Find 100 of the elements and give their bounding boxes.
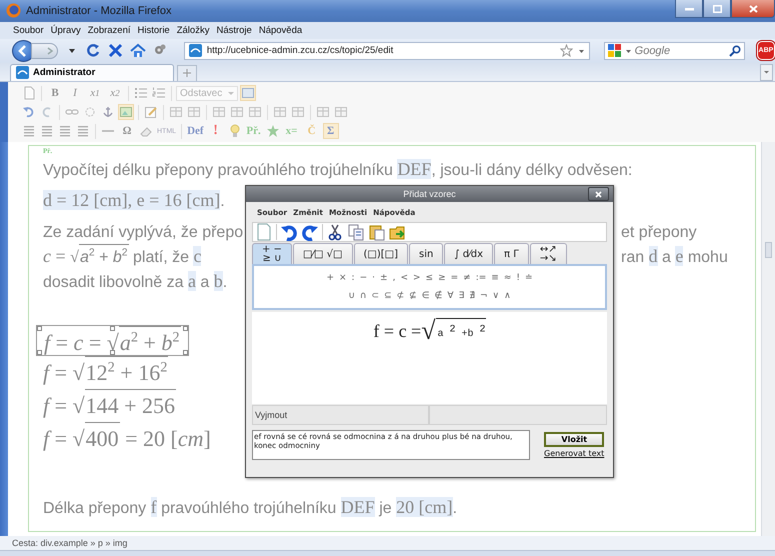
symbol-button[interactable]: ∧ [504,291,511,301]
window-icon[interactable] [240,85,256,102]
caret-icon[interactable] [624,48,632,54]
paste-icon[interactable] [368,224,386,240]
symbol-button[interactable]: ± [380,273,388,283]
symbol-button[interactable]: ⊄ [396,291,404,301]
new-tab-button[interactable] [177,64,197,81]
symbol-button[interactable]: ⊆ [384,291,392,301]
plus-icon [183,69,191,78]
close-button[interactable] [588,187,609,201]
menu-item[interactable]: Nástroje [216,24,252,36]
symbol-button[interactable]: ⊈ [409,291,417,301]
symbol-tab[interactable]: ↔↗ →↘ [530,243,567,264]
paragraph-text: d = 12 [cm], e = 16 [cm]. [43,189,225,212]
status-text: Cesta: div.example » p » img [0,536,775,550]
align-center-icon[interactable] [39,123,55,140]
symbol-button[interactable]: ≈ [504,273,512,283]
select-value: Odstavec [180,88,222,99]
symbol-button[interactable]: · [372,273,376,283]
symbol-tab[interactable]: (□)[□] [354,243,408,264]
search-field[interactable]: Google [604,42,745,60]
symbol-tab[interactable]: + − ≥ ∪ [252,243,292,264]
conclusion-text: Délka přepony f pravoúhlého trojúhelníku DEF je 20 [cm]. [43,496,458,519]
symbol-button[interactable]: ≤ [426,273,434,283]
edit-icon[interactable] [143,104,159,120]
new-page-icon[interactable] [255,224,273,240]
symbol-button[interactable]: ≐ [525,273,533,283]
symbol-button[interactable]: , [392,273,396,283]
menu-item[interactable]: Historie [138,24,170,36]
picture-icon[interactable] [118,104,134,120]
star-icon[interactable] [560,44,573,58]
paragraph-text: dosadit libovolně za a a b. [43,270,228,294]
symbol-button[interactable]: + [326,273,334,283]
search-icon[interactable] [728,44,741,57]
symbol-button[interactable]: ! [516,273,520,283]
folder-arrow-icon[interactable] [389,224,407,240]
symbol-button[interactable]: ∃ [458,291,464,301]
symbol-button[interactable]: ∨ [492,291,500,301]
dialog-title: Přidat vzorec [403,189,456,199]
generate-text-link[interactable]: Generovat text [544,449,604,458]
symbol-tab[interactable]: π Γ [494,243,529,264]
redo-icon[interactable] [301,224,319,240]
home-icon[interactable] [130,42,146,59]
symbol-button[interactable]: ≥ [438,273,446,283]
symbol-button[interactable]: < [400,273,408,283]
copy-icon[interactable] [347,224,365,240]
maximize-icon [712,4,722,12]
symbol-button[interactable]: ∈ [422,291,430,301]
selected-formula[interactable]: f = c = √a$^{2}$ + b$^{2}$ [36,324,189,356]
symbol-button[interactable]: × [339,273,347,283]
symbol-tab[interactable]: ∫ d⁄dx [444,243,494,264]
symbol-button[interactable]: := [476,273,486,283]
symbol-tab[interactable]: □⁄□ √□ [292,243,353,264]
symbol-tab[interactable]: sin [409,243,444,264]
maximize-button[interactable] [703,0,731,18]
symbol-button[interactable]: ⊂ [372,291,380,301]
paragraph-text: Vypočítej délku přepony pravoúhlého trojúhelníku DEF, jsou-li dány délky odvěsen: [43,158,632,182]
menu-item[interactable]: Úpravy [50,24,81,36]
close-icon[interactable] [108,42,124,59]
paragraph-text: et přepony [621,222,698,243]
close-icon [595,190,602,198]
symbol-button[interactable]: ¬ [480,291,488,301]
undo-icon[interactable] [280,224,298,240]
scrollbar[interactable] [761,142,775,536]
site-icon [188,44,202,58]
caret-icon[interactable] [578,48,585,54]
symbol-button[interactable]: > [412,273,421,283]
menu-item[interactable]: Soubor [13,24,44,36]
menu-item[interactable]: Nápověda [258,24,302,36]
align-right-icon[interactable] [57,123,73,140]
url-text: http://ucebnice-admin.zcu.cz/cs/topic/25/edit [206,45,394,56]
address-field[interactable]: http://ucebnice-admin.zcu.cz/cs/topic/25/edit [184,42,590,60]
site-icon [16,66,29,80]
symbol-button[interactable]: = [450,273,458,283]
align-left-icon[interactable] [21,123,37,140]
symbol-button[interactable]: ∀ [447,291,454,301]
close-button[interactable] [731,0,775,18]
menu-item[interactable]: Záložky [176,24,210,36]
justify-icon[interactable] [75,123,91,140]
search-input[interactable]: Google [634,44,726,57]
scissors-icon[interactable] [326,224,344,240]
symbol-button[interactable]: − [360,273,368,283]
minimize-icon [684,6,694,10]
window-title: Administrator - Mozilla Firefox [26,4,172,17]
star-icon[interactable] [264,123,281,140]
reload-icon[interactable] [86,42,102,59]
menu-item[interactable]: Zobrazení [88,24,131,36]
colored-squares-icon[interactable] [608,44,622,58]
symbol-button[interactable]: : [352,273,355,283]
insert-button[interactable]: Vložit [544,432,604,447]
symbol-button[interactable]: ∄ [469,291,475,301]
symbol-button[interactable]: ≡ [491,273,499,283]
paragraph-text: ran d a e mohu [621,245,729,268]
minimize-button[interactable] [675,0,703,18]
symbol-button[interactable]: ∉ [434,291,442,301]
symbol-button[interactable]: ∩ [360,291,367,301]
browser-tab[interactable]: Administrator [10,64,174,81]
symbol-button[interactable]: ∪ [348,291,355,301]
symbol-button[interactable]: ≠ [463,273,471,283]
tab-list-button[interactable] [760,64,773,81]
